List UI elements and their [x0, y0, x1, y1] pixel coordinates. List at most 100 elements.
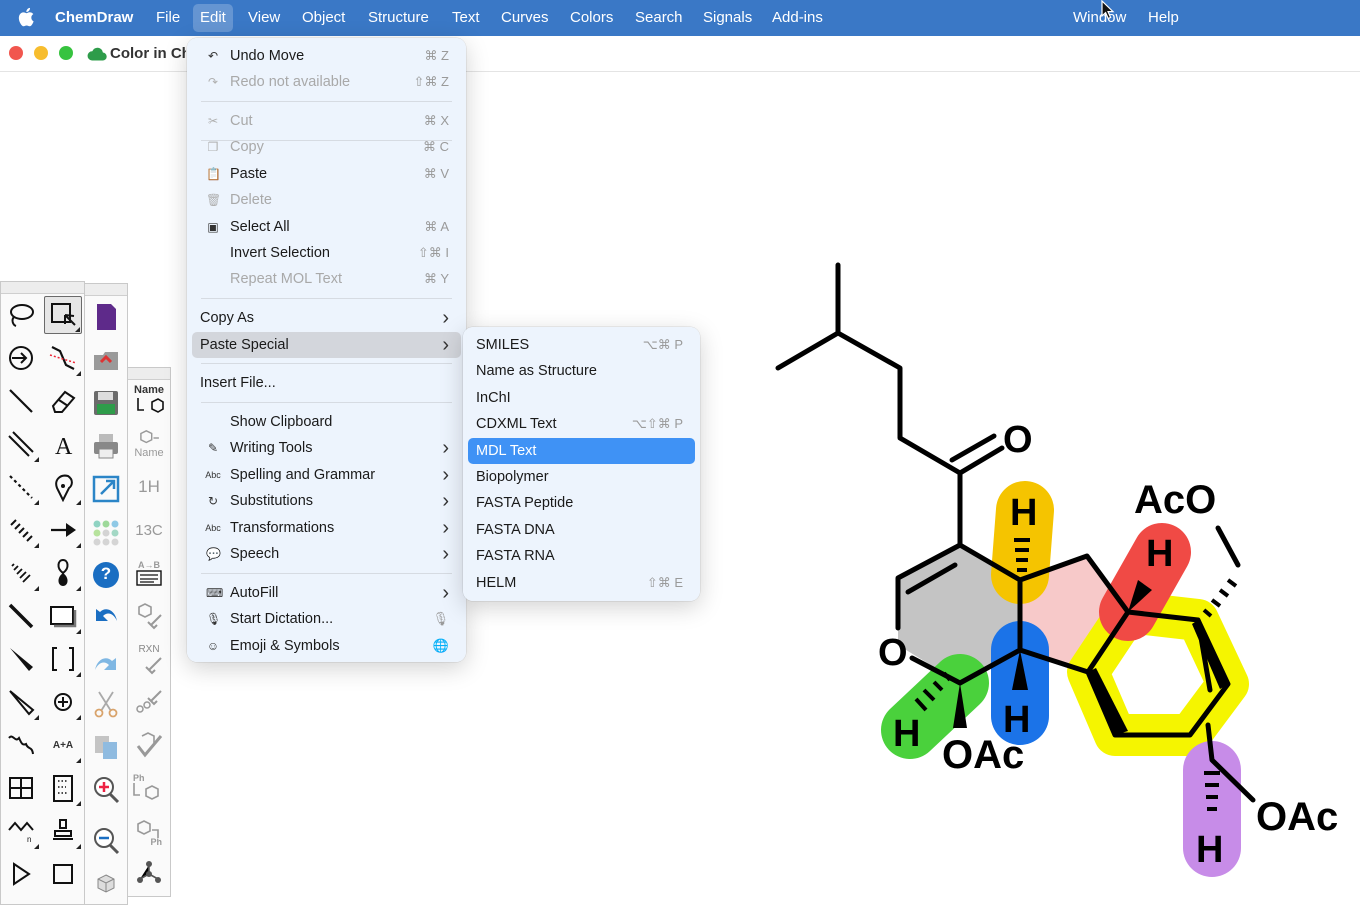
chain-tool[interactable]: n: [2, 812, 40, 850]
menubar-colors[interactable]: Colors: [563, 0, 620, 36]
menubar-search[interactable]: Search: [628, 0, 690, 36]
menu-item-autofill[interactable]: ⌨ AutoFill ›: [192, 580, 461, 606]
menubar-text[interactable]: Text: [445, 0, 487, 36]
menubar-add-ins[interactable]: Add-ins: [765, 0, 830, 36]
submenu-item-smiles[interactable]: SMILES ⌥⌘ P: [468, 332, 695, 358]
chemical-symbols-tool[interactable]: [44, 683, 82, 721]
3d-view-button[interactable]: [87, 865, 125, 903]
menubar-view[interactable]: View: [241, 0, 287, 36]
submenu-item-fasta-peptide[interactable]: FASTA Peptide: [468, 490, 695, 516]
menu-item-speech[interactable]: 💬 Speech ›: [192, 541, 461, 567]
eraser-tool[interactable]: [44, 382, 82, 420]
submenu-item-cdxml-text[interactable]: CDXML Text ⌥⇧⌘ P: [468, 411, 695, 437]
predict-1h-nmr-button[interactable]: 1H: [130, 468, 168, 506]
clean-reaction-button[interactable]: RXN: [130, 640, 168, 678]
sprout-button[interactable]: [130, 855, 168, 893]
apple-logo-icon[interactable]: [17, 7, 35, 27]
menu-item-paste-special[interactable]: Paste Special ›: [192, 332, 461, 358]
hashed-bond-tool[interactable]: [2, 511, 40, 549]
menubar-help[interactable]: Help: [1141, 0, 1186, 36]
ring-oxygen-label[interactable]: O: [878, 632, 908, 674]
menu-item-spelling-and-grammar[interactable]: Abc Spelling and Grammar ›: [192, 462, 461, 488]
name-to-structure-button[interactable]: Name: [130, 382, 168, 420]
hydrogen-red-label[interactable]: H: [1146, 533, 1173, 575]
menu-item-start-dictation[interactable]: 🎙 Start Dictation... 🎙: [192, 606, 461, 632]
clean-structure-button[interactable]: [130, 597, 168, 635]
menubar-window[interactable]: Window: [1066, 0, 1133, 36]
reaction-interpreter-button[interactable]: A→B: [130, 554, 168, 592]
menu-item-select-all[interactable]: ▣ Select All ⌘ A: [192, 214, 461, 240]
wavy-bond-tool[interactable]: [2, 726, 40, 764]
expand-label-button[interactable]: Ph: [130, 769, 168, 807]
help-button[interactable]: ?: [87, 556, 125, 594]
atom-mapping-tool[interactable]: A+A: [44, 726, 82, 764]
structure-to-name-button[interactable]: Name: [130, 425, 168, 463]
print-button[interactable]: [87, 427, 125, 465]
palette-grip[interactable]: [1, 282, 84, 294]
redo-button[interactable]: [87, 642, 125, 680]
check-structure-button[interactable]: [130, 726, 168, 764]
hydrogen-yellow-label[interactable]: H: [1010, 492, 1037, 534]
hashed-wedge-tool[interactable]: [2, 554, 40, 592]
menubar-chemdraw[interactable]: ChemDraw: [48, 0, 140, 36]
pen-tool[interactable]: [44, 468, 82, 506]
submenu-item-fasta-dna[interactable]: FASTA DNA: [468, 517, 695, 543]
orbital-tool[interactable]: [44, 554, 82, 592]
palette-grip[interactable]: [85, 284, 127, 296]
lasso-tool[interactable]: [2, 296, 40, 334]
hydrogen-green-label[interactable]: H: [893, 713, 920, 755]
minimize-window-button[interactable]: [34, 46, 48, 60]
brackets-tool[interactable]: [44, 640, 82, 678]
menubar-edit[interactable]: Edit: [193, 4, 233, 32]
hydrogen-blue-label[interactable]: H: [1003, 699, 1030, 741]
submenu-item-fasta-rna[interactable]: FASTA RNA: [468, 543, 695, 569]
menubar-structure[interactable]: Structure: [361, 0, 436, 36]
aco-label[interactable]: AcO: [1134, 478, 1216, 522]
zoom-out-button[interactable]: [87, 822, 125, 860]
menu-item-copy-as[interactable]: Copy As ›: [192, 305, 461, 331]
hollow-wedge-tool[interactable]: [2, 683, 40, 721]
menubar-signals[interactable]: Signals: [696, 0, 759, 36]
submenu-item-mdl-text[interactable]: MDL Text: [468, 437, 695, 464]
menubar-file[interactable]: File: [149, 0, 187, 36]
bond-length-tool[interactable]: [44, 339, 82, 377]
cut-button[interactable]: [87, 685, 125, 723]
menubar-curves[interactable]: Curves: [494, 0, 556, 36]
stamp-tool[interactable]: [44, 812, 82, 850]
structure-perspective-tool[interactable]: [2, 339, 40, 377]
submenu-item-helm[interactable]: HELM ⇧⌘ E: [468, 570, 695, 596]
menu-item-transformations[interactable]: Abc Transformations ›: [192, 515, 461, 541]
tlc-plate-tool[interactable]: [44, 769, 82, 807]
submenu-item-inchi[interactable]: InChI: [468, 385, 695, 411]
menu-item-paste[interactable]: 📋 Paste ⌘ V: [192, 161, 461, 187]
menu-item-writing-tools[interactable]: ✎ Writing Tools ›: [192, 435, 461, 461]
color-dots-button[interactable]: [87, 513, 125, 551]
zoom-in-button[interactable]: [87, 771, 125, 809]
submenu-item-biopolymer[interactable]: Biopolymer: [468, 464, 695, 490]
menu-item-insert-file[interactable]: Insert File...: [192, 370, 461, 396]
menu-item-emoji-symbols[interactable]: ☺ Emoji & Symbols 🌐: [192, 633, 461, 659]
marquee-tool[interactable]: [44, 296, 82, 334]
palette-grip[interactable]: [128, 368, 170, 380]
contract-label-button[interactable]: Ph: [130, 812, 168, 850]
menubar-object[interactable]: Object: [295, 0, 352, 36]
molecule-canvas[interactable]: O AcO O OAc OAc H H H H H: [700, 240, 1360, 900]
open-external-button[interactable]: [87, 470, 125, 508]
text-tool[interactable]: A: [44, 425, 82, 463]
drawing-elements-tool[interactable]: [44, 597, 82, 635]
dashed-bond-tool[interactable]: [2, 468, 40, 506]
new-document-button[interactable]: [87, 298, 125, 336]
ketone-oxygen-label[interactable]: O: [1003, 419, 1033, 461]
bold-bond-tool[interactable]: [2, 597, 40, 635]
open-document-button[interactable]: [87, 341, 125, 379]
menu-item-substitutions[interactable]: ↻ Substitutions ›: [192, 488, 461, 514]
copy-button[interactable]: [87, 728, 125, 766]
square-shape-tool[interactable]: [44, 855, 82, 893]
play-tool[interactable]: [2, 855, 40, 893]
zoom-window-button[interactable]: [59, 46, 73, 60]
menu-item-undo-move[interactable]: ↶ Undo Move ⌘ Z: [192, 43, 461, 69]
save-button[interactable]: [87, 384, 125, 422]
close-window-button[interactable]: [9, 46, 23, 60]
arrow-tool[interactable]: [44, 511, 82, 549]
oac-right-label[interactable]: OAc: [1256, 795, 1338, 839]
